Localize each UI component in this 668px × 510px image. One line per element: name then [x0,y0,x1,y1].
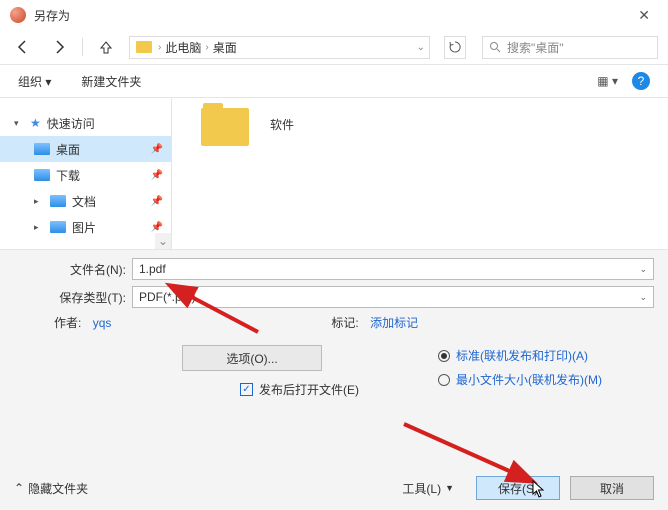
chevron-down-icon[interactable]: ⌄ [639,264,647,275]
pin-icon: 📌 [151,222,163,233]
tree-label: 图片 [72,219,96,236]
tree-label: 下载 [56,167,80,184]
file-item-folder[interactable] [190,108,260,150]
tags-label: 标记: [331,316,358,330]
tree-label: 文档 [72,193,96,210]
filename-label: 文件名(N): [14,261,132,278]
cancel-button-label: 取消 [600,480,624,497]
radio-icon [438,374,450,386]
folder-icon [136,41,152,53]
filetype-label: 保存类型(T): [14,289,132,306]
refresh-button[interactable] [444,36,466,59]
powerpoint-app-icon [10,7,26,23]
search-icon [489,41,501,53]
new-folder-button[interactable]: 新建文件夹 [81,73,141,90]
pin-icon: 📌 [151,170,163,181]
organize-menu[interactable]: 组织 ▾ [18,73,51,90]
chevron-down-icon[interactable]: ⌄ [417,42,425,53]
save-button[interactable]: 保存(S) [476,476,560,500]
tags-value[interactable]: 添加标记 [370,316,418,330]
hide-folders-label: 隐藏文件夹 [28,480,88,497]
pin-icon: 📌 [151,144,163,155]
filetype-field[interactable]: PDF(*.pdf) ⌄ [132,286,654,308]
radio-label: 最小文件大小(联机发布)(M) [456,372,602,388]
breadcrumb-item[interactable]: 桌面 [213,39,237,56]
folder-icon [201,108,249,146]
chevron-right-icon: › [205,42,208,53]
folder-icon [50,221,66,233]
breadcrumb-item[interactable]: 此电脑 [165,39,201,56]
caret-right-icon: ▸ [34,196,44,207]
help-icon[interactable]: ? [632,72,650,90]
radio-standard[interactable]: 标准(联机发布和打印)(A) [438,348,638,364]
sidebar: ▾ ★ 快速访问 桌面 📌 下载 📌 ▸ 文档 📌 ▸ 图片 📌 ⌄ [0,98,172,249]
folder-icon [34,143,50,155]
folder-icon [50,195,66,207]
radio-icon [438,350,450,362]
caret-down-icon: ▾ [14,118,24,129]
open-after-label: 发布后打开文件(E) [259,381,359,398]
tree-item-downloads[interactable]: 下载 📌 [0,162,171,188]
options-button-label: 选项(O)... [226,350,277,367]
chevron-right-icon: › [158,42,161,53]
filename-value: 1.pdf [139,262,166,276]
author-value[interactable]: yqs [93,316,112,330]
options-button[interactable]: 选项(O)... [182,345,322,371]
view-menu-icon[interactable]: ▦ ▾ [597,74,618,88]
close-button[interactable]: ✕ [630,7,658,24]
tree-item-desktop[interactable]: 桌面 📌 [0,136,171,162]
separator [82,38,83,56]
tree-quick-access[interactable]: ▾ ★ 快速访问 [0,110,171,136]
nav-back-button[interactable] [10,34,36,60]
radio-label: 标准(联机发布和打印)(A) [456,348,588,364]
filetype-value: PDF(*.pdf) [139,290,196,304]
folder-icon [34,169,50,181]
tree-item-pictures[interactable]: ▸ 图片 📌 [0,214,171,240]
file-list[interactable]: 软件 [172,98,668,249]
tools-menu[interactable]: 工具(L) ▼ [402,480,454,497]
filename-field[interactable]: 1.pdf ⌄ [132,258,654,280]
nav-forward-button[interactable] [46,34,72,60]
chevron-up-icon: ⌃ [14,481,24,495]
breadcrumb[interactable]: › 此电脑 › 桌面 ⌄ [129,36,430,59]
chevron-down-icon: ▼ [445,483,454,493]
save-button-label: 保存(S) [498,480,538,497]
radio-minimum[interactable]: 最小文件大小(联机发布)(M) [438,372,638,388]
chevron-down-icon[interactable]: ⌄ [639,292,647,303]
cancel-button[interactable]: 取消 [570,476,654,500]
caret-right-icon: ▸ [34,222,44,233]
tree-label: 桌面 [56,141,80,158]
scroll-down-icon[interactable]: ⌄ [155,233,171,249]
tree-item-documents[interactable]: ▸ 文档 📌 [0,188,171,214]
pin-icon: 📌 [151,196,163,207]
window-title: 另存为 [34,7,630,24]
author-label: 作者: [54,316,81,330]
star-icon: ★ [30,116,41,130]
hide-folders-toggle[interactable]: ⌃ 隐藏文件夹 [14,480,88,497]
tree-label: 快速访问 [47,115,95,132]
nav-up-button[interactable] [93,34,119,60]
file-item-label: 软件 [270,108,294,133]
checkbox-icon: ✓ [240,383,253,396]
tools-label: 工具(L) [402,480,441,497]
search-input[interactable]: 搜索"桌面" [482,36,658,59]
search-placeholder: 搜索"桌面" [507,39,564,56]
